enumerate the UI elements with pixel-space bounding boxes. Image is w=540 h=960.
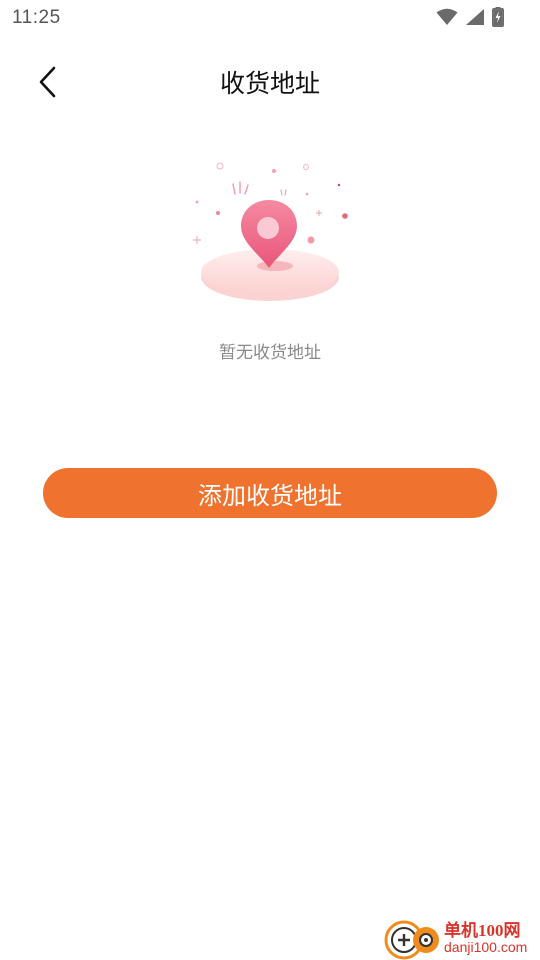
watermark-title: 单机100网: [444, 921, 521, 940]
watermark-domain: danji100.com: [444, 939, 528, 955]
status-icons: [436, 7, 504, 27]
wifi-icon: [436, 8, 458, 25]
add-address-button[interactable]: 添加收货地址: [43, 468, 497, 518]
battery-charging-icon: [492, 7, 504, 27]
page-title: 收货地址: [219, 69, 320, 98]
app-header: 收货地址: [0, 52, 540, 110]
watermark: 单机100网 danji100.com: [384, 914, 536, 960]
empty-state-message: 暂无收货地址: [219, 343, 321, 363]
location-pin-icon: [193, 162, 348, 301]
signal-icon: [466, 9, 484, 25]
status-bar: 11:25: [0, 0, 540, 36]
watermark-logo-icon: [384, 920, 439, 960]
status-time: 11:25: [12, 7, 61, 28]
